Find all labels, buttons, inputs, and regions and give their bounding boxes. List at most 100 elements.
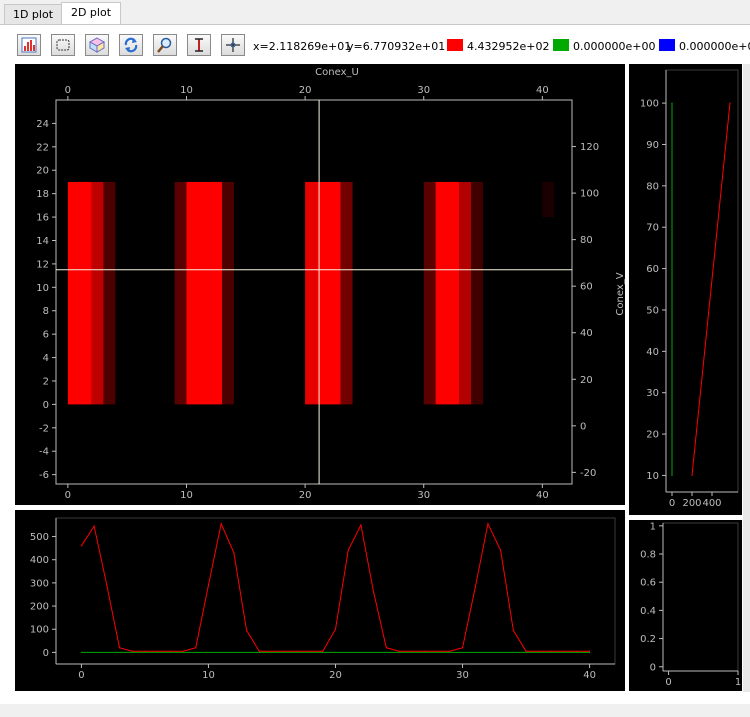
y-tick-label: 10 — [36, 283, 49, 294]
horizontal-profile-plot[interactable]: 0 10 20 30 400100200300400500 — [15, 510, 625, 691]
x-tick-label: 30 — [456, 670, 469, 681]
main-image-plot[interactable]: Conex_U Conex_V 0 10 20 30 400 10 20 30 40-6-4-2… — [15, 64, 626, 505]
data-point — [423, 650, 426, 652]
y-tick-label: 200 — [30, 602, 49, 613]
x-tick-label: 0 — [665, 677, 671, 688]
histogram-icon — [21, 37, 37, 53]
right-tick-label: 40 — [580, 328, 593, 339]
data-point — [563, 650, 565, 652]
data-point — [411, 650, 413, 652]
red-channel-value: 4.432952e+02 — [467, 40, 550, 53]
x-tick-label: 40 — [583, 670, 596, 681]
top-tick-label: 20 — [299, 85, 312, 96]
y-tick-label: -6 — [39, 470, 49, 481]
y-tick-label: 6 — [43, 330, 49, 341]
heatmap-cell-13 — [542, 181, 555, 218]
data-point — [182, 650, 184, 652]
y-tick-label: 30 — [646, 388, 659, 399]
y-tick-label: 0.6 — [640, 578, 656, 589]
histogram-button[interactable] — [17, 34, 41, 56]
data-point — [347, 549, 349, 552]
tab-1d-plot[interactable]: 1D plot — [4, 4, 62, 25]
vertical-profile-panel[interactable]: 0 200 400 10 20 30 40 50 60 70 80 90 100 — [629, 64, 742, 515]
y-tick-label: 2 — [43, 376, 49, 387]
series-line-0 — [691, 103, 731, 476]
x-tick-label: 20 — [329, 670, 342, 681]
data-point — [233, 552, 235, 554]
top-tick-label: 0 — [65, 85, 71, 96]
color-cube-icon — [89, 37, 105, 53]
data-point — [588, 651, 591, 654]
x-tick-label: 20 — [299, 490, 312, 501]
heatmap-cell-9 — [423, 181, 436, 405]
right-tick-label: 60 — [580, 282, 593, 293]
data-point — [436, 650, 438, 652]
y-tick-label: 14 — [36, 236, 49, 247]
horizontal-profile-panel[interactable]: 0 10 20 30 40 0 100 200 300 400 500 — [15, 510, 625, 691]
zoom-button[interactable] — [153, 34, 177, 56]
vertical-profile-plot[interactable]: 0 200 400 10 20 30 40 50 60 70 80 90 100 — [629, 64, 742, 515]
aspect-ratio-button[interactable] — [187, 34, 211, 56]
y-tick-label: -4 — [39, 447, 49, 458]
crosshair-icon — [226, 38, 240, 52]
y-tick-label: 24 — [36, 119, 49, 130]
x-tick-label: 10 — [180, 490, 193, 501]
magnifier-icon — [157, 37, 172, 53]
series-line-0 — [80, 522, 590, 652]
refresh-button[interactable] — [119, 34, 143, 56]
heatmap-cell-4 — [186, 181, 223, 405]
data-point — [461, 647, 464, 649]
plot-frame — [662, 522, 739, 672]
tab-2d-plot[interactable]: 2D plot — [61, 2, 121, 26]
data-point — [207, 584, 210, 586]
empty-corner-plot[interactable]: 0 1 0 0.2 0.4 0.6 0.8 1 — [629, 520, 742, 691]
heatmap-cell-1 — [91, 181, 104, 405]
green-channel-swatch — [553, 39, 569, 51]
data-point — [157, 650, 159, 652]
y-tick-label: 22 — [36, 142, 49, 153]
data-point — [80, 545, 83, 547]
y-tick-label: 10 — [646, 471, 659, 482]
y-tick-label: 4 — [43, 353, 49, 364]
data-point — [691, 474, 693, 477]
data-point — [487, 523, 489, 525]
data-point — [474, 586, 476, 589]
x-tick-label: 10 — [202, 670, 215, 681]
x-tick-label: 0 — [669, 498, 675, 509]
y-tick-label: 18 — [36, 189, 49, 200]
data-point — [118, 647, 121, 649]
right-tick-label: 80 — [580, 235, 593, 246]
right-axis-label: Conex_V — [615, 272, 625, 315]
x-tick-label: 200 — [682, 498, 701, 509]
blue-channel-swatch — [659, 39, 675, 51]
heatmap-cell-2 — [103, 181, 116, 405]
heatmap-cell-5 — [222, 181, 234, 405]
x-tick-label: 0 — [78, 670, 84, 681]
crosshair-button[interactable] — [221, 34, 245, 56]
y-tick-label: 90 — [646, 140, 659, 151]
vertical-scrollbar[interactable] — [743, 64, 750, 692]
top-tick-label: 30 — [417, 85, 430, 96]
y-tick-label: 70 — [646, 223, 659, 234]
y-tick-label: 40 — [646, 347, 659, 358]
y-tick-label: 0.8 — [640, 550, 656, 561]
data-point — [309, 650, 311, 652]
main-image-panel[interactable]: Conex_U Conex_V 0 10 20 30 40 0 10 20 30 40 -6 -4 -2… — [15, 64, 626, 505]
data-point — [334, 628, 337, 630]
y-tick-label: 12 — [36, 259, 49, 270]
data-point — [296, 650, 298, 652]
y-tick-label: 400 — [30, 555, 49, 566]
data-point — [398, 650, 400, 652]
roi-select-button[interactable] — [51, 34, 75, 56]
data-point — [220, 523, 222, 525]
y-tick-label: -2 — [39, 423, 49, 434]
data-point — [671, 102, 673, 104]
x-tick-label: 400 — [702, 498, 721, 509]
empty-corner-panel[interactable]: 0 1 0 0.2 0.4 0.6 0.8 1 — [629, 520, 742, 691]
colormap-button[interactable] — [85, 34, 109, 56]
data-point — [284, 650, 286, 652]
heatmap-cell-3 — [174, 181, 187, 405]
data-point — [144, 650, 146, 652]
x-tick-label: 40 — [536, 490, 549, 501]
heatmap-cell-8 — [340, 181, 353, 405]
